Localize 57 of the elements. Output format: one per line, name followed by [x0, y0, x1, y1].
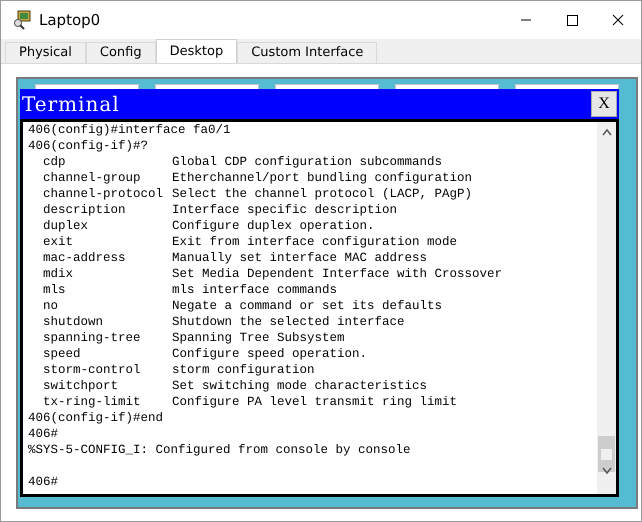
app-tile[interactable] [395, 84, 499, 89]
terminal-line: %SYS-5-CONFIG_I: Configured from console by console [28, 442, 411, 458]
close-button[interactable]: X [591, 91, 617, 117]
command-description: Negate a command or set its defaults [172, 298, 442, 314]
command-name: mls [43, 283, 66, 297]
command-description: Global CDP configuration subcommands [172, 154, 442, 170]
terminal-title: Terminal [22, 91, 120, 118]
command-description: Spanning Tree Subsystem [172, 330, 345, 346]
app-tile[interactable] [275, 84, 379, 89]
command-description: Set Media Dependent Interface with Crossover [172, 266, 502, 282]
window-title: Laptop0 [39, 10, 100, 31]
command-name: mdix [43, 267, 74, 281]
command-description: Manually set interface MAC address [172, 250, 428, 266]
close-icon [612, 14, 624, 26]
terminal-line: 406(config-if)#? [28, 138, 148, 154]
scroll-up-icon[interactable] [600, 127, 612, 137]
command-name: tx-ring-limit [43, 395, 141, 409]
command-name: channel-group [43, 171, 141, 185]
command-description: storm configuration [172, 362, 315, 378]
scroll-thumb[interactable] [598, 436, 615, 472]
command-description: Set switching mode characteristics [172, 378, 428, 394]
command-name: no [43, 299, 58, 313]
command-name: switchport [43, 379, 118, 393]
tab[interactable]: Physical [5, 42, 86, 63]
command-description: Interface specific description [172, 202, 398, 218]
command-name: exit [43, 235, 74, 249]
command-name: cdp [43, 155, 66, 169]
scrollbar[interactable] [597, 122, 616, 494]
command-name: storm-control [43, 363, 141, 377]
command-name: speed [43, 347, 81, 361]
terminal-line: 406(config-if)#end [28, 410, 164, 426]
command-name: duplex [43, 219, 88, 233]
command-name: channel-protocol [43, 187, 164, 201]
command-name: mac-address [43, 251, 126, 265]
command-description: Configure speed operation. [172, 346, 368, 362]
terminal-line: 406# [28, 474, 58, 490]
tab[interactable]: Desktop [156, 39, 238, 63]
command-description: Configure PA level transmit ring limit [172, 394, 458, 410]
command-description: Exit from interface configuration mode [172, 234, 458, 250]
app-tile[interactable] [155, 84, 259, 89]
laptop-icon [13, 10, 33, 30]
app-tile[interactable] [35, 84, 139, 89]
terminal-line: 406# [28, 426, 58, 442]
tab[interactable]: Custom Interface [237, 42, 378, 63]
app-tile[interactable] [515, 84, 619, 89]
tab[interactable]: Config [86, 42, 156, 63]
command-name: spanning-tree [43, 331, 141, 345]
command-name: description [43, 203, 126, 217]
command-description: Etherchannel/port bundling configuration [172, 170, 472, 186]
command-description: Configure duplex operation. [172, 218, 375, 234]
maximize-icon [566, 14, 578, 26]
command-name: shutdown [43, 315, 104, 329]
scroll-down-icon[interactable] [600, 466, 612, 476]
terminal-line: 406(config)#interface fa0/1 [28, 122, 231, 138]
command-description: Shutdown the selected interface [172, 314, 405, 330]
command-description: Select the channel protocol (LACP, PAgP) [172, 186, 472, 202]
command-description: mls interface commands [172, 282, 338, 298]
